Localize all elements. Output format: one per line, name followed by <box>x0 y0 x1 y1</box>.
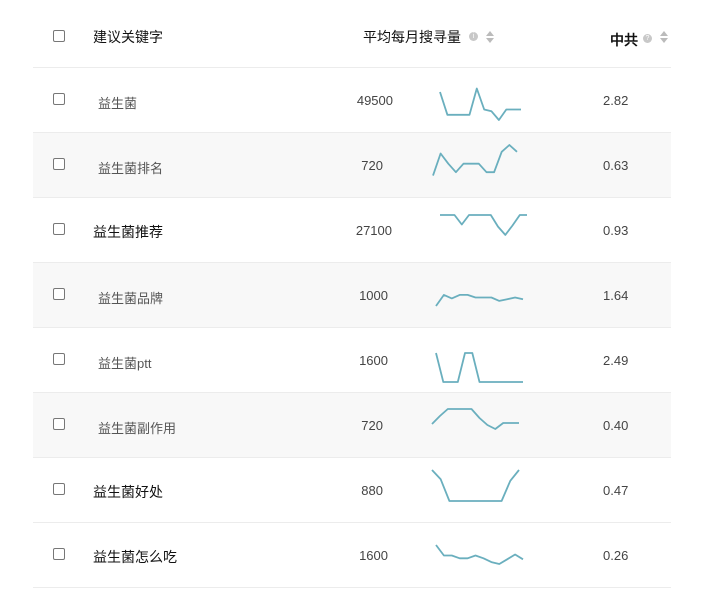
table-row[interactable]: 益生菌怎么吃 1600 0.26 <box>33 523 671 588</box>
competition-cell: 2.82 <box>603 93 629 108</box>
competition-column-header[interactable]: 中共 <box>610 30 638 50</box>
trend-sparkline <box>435 293 524 307</box>
trend-sparkline <box>439 87 521 121</box>
info-icon[interactable]: i <box>469 32 478 41</box>
competition-cell: 0.40 <box>603 418 629 433</box>
table-row[interactable]: 益生菌好处 880 0.47 <box>33 458 671 523</box>
table-row[interactable]: 益生菌品牌 1000 1.64 <box>33 263 671 328</box>
help-icon[interactable]: ? <box>643 34 652 43</box>
competition-cell: 0.63 <box>603 158 629 173</box>
competition-cell: 0.93 <box>603 223 629 238</box>
trend-sparkline <box>435 544 524 565</box>
sort-icon[interactable] <box>486 31 494 43</box>
competition-cell: 0.47 <box>603 483 629 498</box>
table-header: 建议关键字 平均每月搜寻量 i 中共 ? <box>0 0 704 68</box>
trend-sparkline <box>431 469 520 502</box>
trend-sparkline <box>435 352 523 383</box>
trend-sparkline <box>440 214 527 236</box>
sort-icon[interactable] <box>660 31 668 43</box>
table-row[interactable]: 益生菌推荐 27100 0.93 <box>33 198 671 263</box>
keyword-column-header: 建议关键字 <box>93 29 163 45</box>
competition-cell: 2.49 <box>603 353 629 368</box>
competition-cell: 0.26 <box>603 548 629 563</box>
table-row[interactable]: 益生菌排名 720 0.63 <box>33 133 671 198</box>
trend-sparkline <box>431 408 519 430</box>
table-row[interactable]: 益生菌副作用 720 0.40 <box>33 393 671 458</box>
volume-column-header[interactable]: 平均每月搜寻量 <box>363 27 461 47</box>
trend-sparkline <box>432 144 518 176</box>
table-row[interactable]: 益生菌 49500 2.82 <box>33 68 671 133</box>
select-all-checkbox[interactable] <box>53 30 65 42</box>
competition-cell: 1.64 <box>603 288 629 303</box>
table-row[interactable]: 益生菌ptt 1600 2.49 <box>33 328 671 393</box>
